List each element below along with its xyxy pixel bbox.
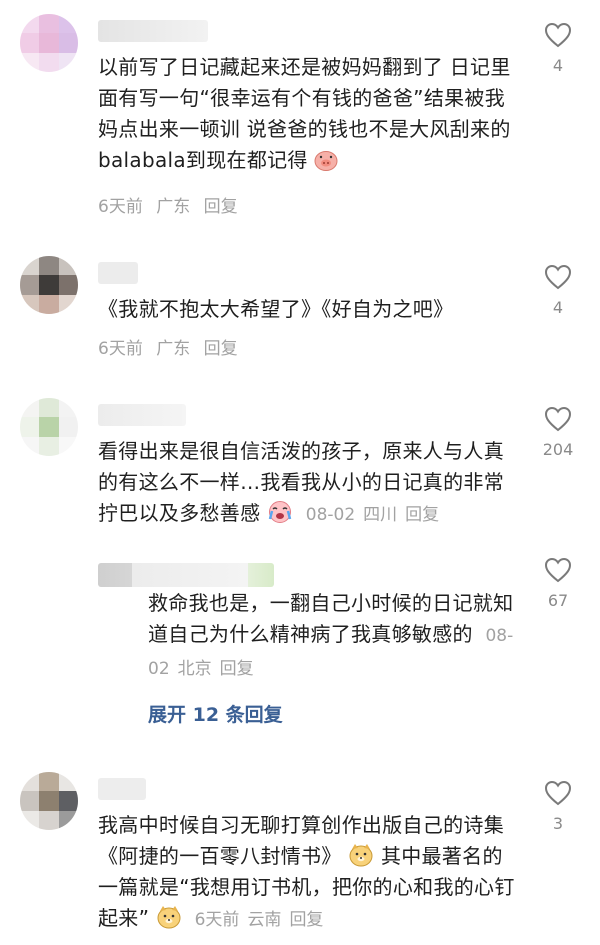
comment-time: 6天前: [98, 197, 143, 217]
reply-button[interactable]: 回复: [204, 197, 238, 217]
comment-meta: 6天前 广东 回复: [98, 192, 246, 217]
like-count: 204: [542, 440, 574, 459]
avatar[interactable]: [20, 398, 78, 456]
comment-meta: 6天前 广东 回复: [98, 334, 246, 359]
username[interactable]: [98, 20, 208, 42]
heart-icon: [544, 557, 572, 583]
like-button[interactable]: 3: [538, 780, 578, 833]
reply-button[interactable]: 回复: [405, 505, 439, 525]
expand-replies-button[interactable]: 展开 12 条回复: [148, 700, 283, 727]
like-count: 3: [552, 814, 564, 833]
heart-icon: [544, 22, 572, 48]
avatar[interactable]: [20, 772, 78, 830]
reply-location: 北京: [177, 659, 212, 679]
comment-time: 6天前: [194, 910, 240, 930]
comment-text: 看得出来是很自信活泼的孩子，原来人与人真的有这么不一样…我看我从小的日记真的非常…: [98, 439, 504, 525]
heart-icon: [544, 406, 572, 432]
username[interactable]: [98, 778, 146, 800]
like-count: 4: [552, 298, 564, 317]
reply-button[interactable]: 回复: [204, 339, 238, 359]
like-count: 67: [547, 591, 569, 610]
heart-icon: [544, 780, 572, 806]
comment-text: 我高中时候自习无聊打算创作出版自己的诗集《阿捷的一百零八封情书》 其中最著名的一…: [98, 813, 515, 930]
comment-location: 云南: [247, 910, 282, 930]
comment-meta: 6天前 云南 回复: [195, 910, 332, 930]
comment-location: 广东: [156, 339, 191, 359]
reply-text: 救命我也是，一翻自己小时候的日记就知道自己为什么精神病了我真够敏感的 08-02…: [148, 591, 514, 679]
comment-meta: 08-02 四川 回复: [306, 505, 447, 525]
reply-button[interactable]: 回复: [289, 910, 323, 930]
doge-emoji-icon: [349, 844, 373, 867]
like-button[interactable]: 204: [538, 406, 578, 459]
like-count: 4: [552, 56, 564, 75]
comment-time: 08-02: [305, 505, 356, 525]
like-button[interactable]: 4: [538, 264, 578, 317]
reply-like-button[interactable]: 67: [538, 557, 578, 610]
comment-time: 6天前: [98, 339, 143, 359]
username[interactable]: [98, 262, 138, 284]
comment-location: 广东: [156, 197, 191, 217]
comment-text: 《我就不抱太大希望了》《好自为之吧》: [98, 297, 454, 321]
heart-icon: [544, 264, 572, 290]
reply-avatar-username[interactable]: [98, 563, 274, 587]
like-button[interactable]: 4: [538, 22, 578, 75]
reply-reply-button[interactable]: 回复: [220, 659, 254, 679]
pig-emoji-icon: [314, 151, 338, 171]
crying-emoji-icon: [268, 501, 292, 523]
avatar[interactable]: [20, 256, 78, 314]
comment-text: 以前写了日记藏起来还是被妈妈翻到了 日记里面有写一句“很幸运有个有钱的爸爸”结果…: [98, 55, 511, 172]
avatar[interactable]: [20, 14, 78, 72]
username[interactable]: [98, 404, 186, 426]
comment-location: 四川: [363, 505, 398, 525]
doge-emoji-icon: [157, 906, 181, 929]
